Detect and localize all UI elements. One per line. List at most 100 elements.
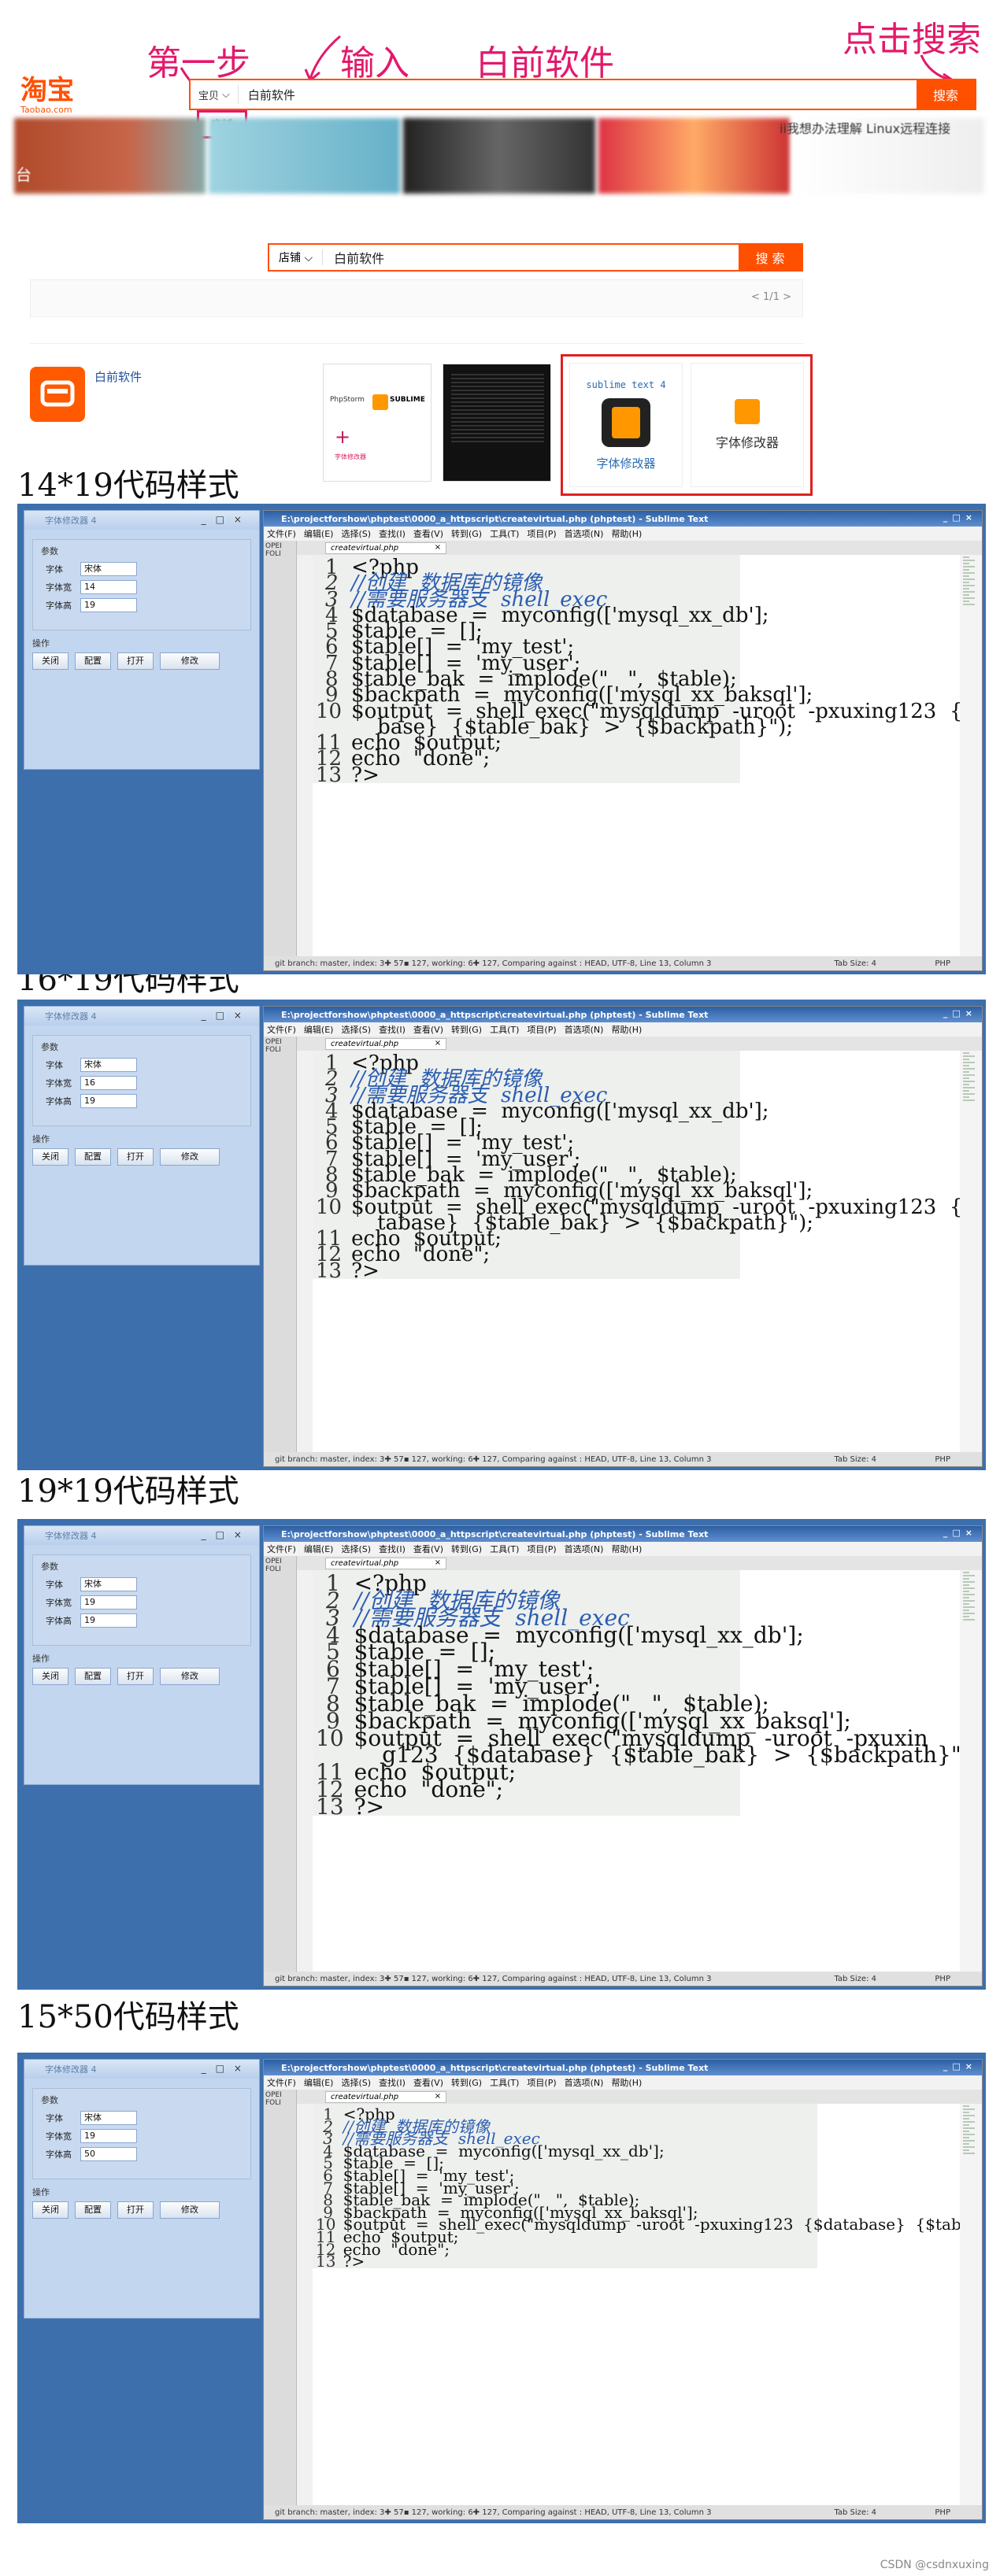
code-editor[interactable]: 1 <?php 2 //创建 数据库的镜像 3 //需要服务器支 shell_exe… xyxy=(313,1051,960,1454)
tab-createvirtual[interactable]: createvirtual.php × xyxy=(325,2090,447,2103)
menu-item[interactable]: 查找(I) xyxy=(379,1023,406,1036)
menu-item[interactable]: 转到(G) xyxy=(451,527,482,540)
config-button[interactable]: 配置 xyxy=(75,652,111,670)
config-button[interactable]: 配置 xyxy=(75,1668,111,1685)
window-controls[interactable]: _□× xyxy=(943,1528,977,1538)
menu-item[interactable]: 首选项(N) xyxy=(565,1023,604,1036)
window-controls[interactable]: _□× xyxy=(202,2063,251,2074)
shop-scope-dropdown[interactable]: 店铺 ⌵ xyxy=(269,249,324,265)
menu-item[interactable]: 编辑(E) xyxy=(304,527,334,540)
close-icon[interactable]: × xyxy=(435,543,441,552)
menu-item[interactable]: 工具(T) xyxy=(490,527,519,540)
sublime-minimap[interactable] xyxy=(960,1570,982,1973)
menu-item[interactable]: 项目(P) xyxy=(527,1023,556,1036)
menu-item[interactable]: 帮助(H) xyxy=(611,1023,642,1036)
close-button[interactable]: 关闭 xyxy=(32,2201,69,2219)
menu-item[interactable]: 文件(F) xyxy=(267,527,296,540)
font-input[interactable]: 宋体 xyxy=(80,562,137,576)
menu-item[interactable]: 转到(G) xyxy=(451,1543,482,1555)
font-height-input[interactable]: 50 xyxy=(80,2147,137,2161)
close-icon[interactable]: × xyxy=(435,1558,441,1567)
menu-item[interactable]: 选择(S) xyxy=(341,1543,371,1555)
sublime-minimap[interactable] xyxy=(960,555,982,958)
shop-search-button[interactable]: 搜 索 xyxy=(739,245,802,270)
menu-item[interactable]: 编辑(E) xyxy=(304,1023,334,1036)
shop-avatar[interactable] xyxy=(30,367,85,422)
menu-item[interactable]: 首选项(N) xyxy=(565,527,604,540)
menu-item[interactable]: 文件(F) xyxy=(267,1023,296,1036)
sublime-minimap[interactable] xyxy=(960,1051,982,1454)
shop-search-input[interactable]: 白前软件 xyxy=(323,248,739,267)
menu-item[interactable]: 编辑(E) xyxy=(304,2076,334,2089)
open-button[interactable]: 打开 xyxy=(117,1148,154,1166)
menu-item[interactable]: 帮助(H) xyxy=(611,1543,642,1555)
sublime-minimap[interactable] xyxy=(960,2104,982,2507)
open-button[interactable]: 打开 xyxy=(117,1668,154,1685)
menu-item[interactable]: 选择(S) xyxy=(341,2076,371,2089)
menu-item[interactable]: 查找(I) xyxy=(379,527,406,540)
config-button[interactable]: 配置 xyxy=(75,2201,111,2219)
thumbnail-product[interactable]: PhpStorm SUBLIME + 字体修改器 xyxy=(323,364,431,482)
modify-button[interactable]: 修改 xyxy=(160,1668,220,1685)
modify-button[interactable]: 修改 xyxy=(160,1148,220,1166)
open-button[interactable]: 打开 xyxy=(117,652,154,670)
close-button[interactable]: 关闭 xyxy=(32,1668,69,1685)
menu-item[interactable]: 查看(V) xyxy=(413,1023,443,1036)
search-button[interactable]: 搜索 xyxy=(917,80,975,109)
window-controls[interactable]: _□× xyxy=(202,1010,251,1021)
menu-item[interactable]: 查看(V) xyxy=(413,2076,443,2089)
thumbnail-product[interactable] xyxy=(443,364,551,482)
font-height-input[interactable]: 19 xyxy=(80,1613,137,1628)
menu-item[interactable]: 工具(T) xyxy=(490,1543,519,1555)
menu-item[interactable]: 查看(V) xyxy=(413,1543,443,1555)
code-editor[interactable]: 1 <?php 2 //创建 数据库的镜像 3 //需要服务器支 shell_exe… xyxy=(313,1570,960,1973)
tab-createvirtual[interactable]: createvirtual.php × xyxy=(325,1037,447,1050)
font-height-input[interactable]: 19 xyxy=(80,598,137,612)
menu-item[interactable]: 选择(S) xyxy=(341,1023,371,1036)
search-input[interactable]: 白前软件 xyxy=(239,87,917,103)
menu-item[interactable]: 查找(I) xyxy=(379,1543,406,1555)
font-width-input[interactable]: 19 xyxy=(80,1595,137,1610)
font-width-input[interactable]: 19 xyxy=(80,2129,137,2143)
window-controls[interactable]: _□× xyxy=(202,514,251,525)
menu-item[interactable]: 帮助(H) xyxy=(611,527,642,540)
window-controls[interactable]: _□× xyxy=(943,2061,977,2072)
menu-item[interactable]: 转到(G) xyxy=(451,2076,482,2089)
menu-item[interactable]: 工具(T) xyxy=(490,1023,519,1036)
font-input[interactable]: 宋体 xyxy=(80,1058,137,1072)
menu-item[interactable]: 查看(V) xyxy=(413,527,443,540)
config-button[interactable]: 配置 xyxy=(75,1148,111,1166)
tab-createvirtual[interactable]: createvirtual.php × xyxy=(325,541,447,554)
menu-item[interactable]: 转到(G) xyxy=(451,1023,482,1036)
code-editor[interactable]: 1 <?php 2 //创建 数据库的镜像 3 //需要服务器支 shell_exe… xyxy=(313,2104,960,2507)
font-width-input[interactable]: 14 xyxy=(80,580,137,594)
window-controls[interactable]: _□× xyxy=(943,1008,977,1018)
close-button[interactable]: 关闭 xyxy=(32,1148,69,1166)
menu-item[interactable]: 工具(T) xyxy=(490,2076,519,2089)
product-card-sublime[interactable]: sublime text 4 字体修改器 xyxy=(569,363,683,487)
pager[interactable]: < 1/1 > xyxy=(751,291,791,303)
font-height-input[interactable]: 19 xyxy=(80,1094,137,1108)
tab-createvirtual[interactable]: createvirtual.php × xyxy=(325,1557,447,1569)
menu-item[interactable]: 帮助(H) xyxy=(611,2076,642,2089)
modify-button[interactable]: 修改 xyxy=(160,2201,220,2219)
window-controls[interactable]: _□× xyxy=(202,1529,251,1540)
menu-item[interactable]: 首选项(N) xyxy=(565,2076,604,2089)
menu-item[interactable]: 项目(P) xyxy=(527,2076,556,2089)
menu-item[interactable]: 编辑(E) xyxy=(304,1543,334,1555)
menu-item[interactable]: 项目(P) xyxy=(527,1543,556,1555)
font-input[interactable]: 宋体 xyxy=(80,2111,137,2125)
menu-item[interactable]: 文件(F) xyxy=(267,1543,296,1555)
window-controls[interactable]: _□× xyxy=(943,512,977,523)
close-button[interactable]: 关闭 xyxy=(32,652,69,670)
close-icon[interactable]: × xyxy=(435,1039,441,1048)
menu-item[interactable]: 项目(P) xyxy=(527,527,556,540)
menu-item[interactable]: 文件(F) xyxy=(267,2076,296,2089)
close-icon[interactable]: × xyxy=(435,2092,441,2101)
modify-button[interactable]: 修改 xyxy=(160,652,220,670)
font-input[interactable]: 宋体 xyxy=(80,1577,137,1591)
font-width-input[interactable]: 16 xyxy=(80,1076,137,1090)
product-card-font-tool[interactable]: 字体修改器 xyxy=(691,363,804,487)
menu-item[interactable]: 选择(S) xyxy=(341,527,371,540)
open-button[interactable]: 打开 xyxy=(117,2201,154,2219)
